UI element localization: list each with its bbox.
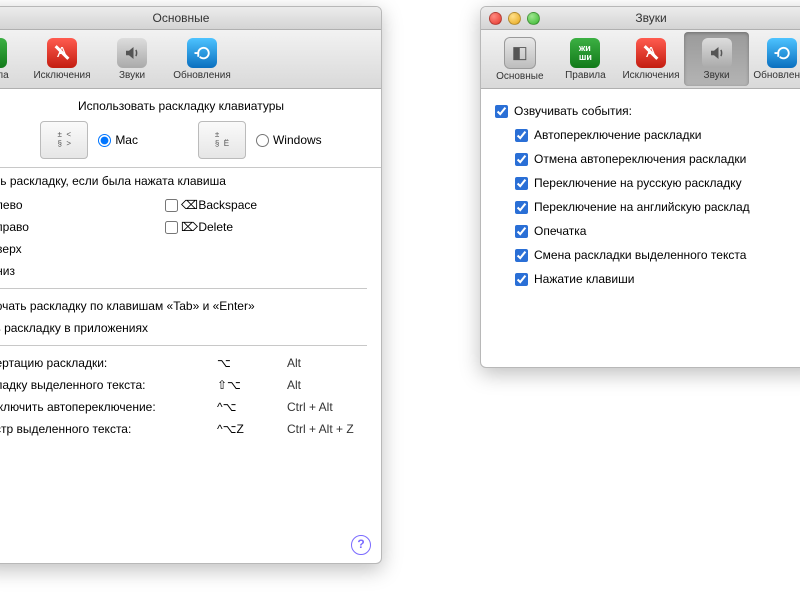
chk-sound-item-3[interactable]: Переключение на английскую расклад bbox=[515, 195, 800, 219]
exceptions-icon: A bbox=[47, 38, 77, 68]
chk-sound-item-5[interactable]: Смена раскладки выделенного текста bbox=[515, 243, 800, 267]
chk-voice-events[interactable]: Озвучивать события: bbox=[495, 99, 800, 123]
titlebar-sounds: Звуки bbox=[481, 7, 800, 30]
tb2-updates[interactable]: Обновления bbox=[749, 32, 800, 86]
tb-exceptions[interactable]: A Исключения bbox=[27, 32, 97, 86]
sounds-icon bbox=[702, 38, 732, 68]
toolbar-sounds: ◧ Основные жиши Правила A Исключения Зву… bbox=[481, 30, 800, 89]
chk-backspace[interactable] bbox=[165, 199, 178, 212]
tb2-sounds[interactable]: Звуки bbox=[684, 32, 750, 86]
sc-toggle: ить/выключить автопереключение: bbox=[0, 400, 217, 414]
tb-updates[interactable]: Обновления bbox=[167, 32, 237, 86]
chk-sound-item-4[interactable]: Опечатка bbox=[515, 219, 800, 243]
opt-tab-enter: ереключать раскладку по клавишам «Tab» и… bbox=[0, 299, 255, 313]
basic-icon: ◧ bbox=[504, 37, 536, 69]
opt-arrow-left: елка влево bbox=[0, 198, 161, 212]
opt-arrow-down: елка вниз bbox=[0, 264, 161, 278]
chk-delete[interactable] bbox=[165, 221, 178, 234]
window-controls bbox=[489, 12, 540, 25]
close-button[interactable] bbox=[489, 12, 502, 25]
window-title-sounds: Звуки bbox=[635, 11, 666, 25]
radio-mac[interactable]: Mac bbox=[98, 133, 138, 147]
tb-rules[interactable]: жиши равила bbox=[0, 32, 27, 86]
keyboard-mac-icon: ± <§ > bbox=[40, 121, 88, 159]
sc-case: ь регистр выделенного текста: bbox=[0, 422, 217, 436]
tb2-rules[interactable]: жиши Правила bbox=[553, 32, 619, 86]
radio-mac-input[interactable] bbox=[98, 134, 111, 147]
minimize-button[interactable] bbox=[508, 12, 521, 25]
toolbar-main: жиши равила A Исключения Звуки Обновлени… bbox=[0, 30, 381, 89]
lbl-backspace: Backspace bbox=[198, 198, 257, 212]
opt-arrow-up: елка вверх bbox=[0, 242, 161, 256]
help-button[interactable]: ? bbox=[351, 535, 371, 555]
opt-remember: минать раскладку в приложениях bbox=[0, 321, 148, 335]
chk-sound-item-6[interactable]: Нажатие клавиши bbox=[515, 267, 800, 291]
chk-sound-item-2[interactable]: Переключение на русскую раскладку bbox=[515, 171, 800, 195]
exceptions-icon: A bbox=[636, 38, 666, 68]
switch-heading: ключать раскладку, если была нажата клав… bbox=[0, 174, 367, 188]
zoom-button[interactable] bbox=[527, 12, 540, 25]
tb2-basic[interactable]: ◧ Основные bbox=[487, 32, 553, 86]
lbl-delete: Delete bbox=[198, 220, 233, 234]
backspace-icon: ⌫ bbox=[181, 198, 195, 213]
rules-icon: жиши bbox=[0, 38, 7, 68]
sc-convert: ь конвертацию раскладки: bbox=[0, 356, 217, 370]
titlebar-main: Основные bbox=[0, 7, 381, 30]
sounds-icon bbox=[117, 38, 147, 68]
tb-sounds[interactable]: Звуки bbox=[97, 32, 167, 86]
sc-selected: ь раскладку выделенного текста: bbox=[0, 378, 217, 392]
chk-sound-item-1[interactable]: Отмена автопереключения раскладки bbox=[515, 147, 800, 171]
chk-sound-item-0[interactable]: Автопереключение раскладки bbox=[515, 123, 800, 147]
updates-icon bbox=[187, 38, 217, 68]
updates-icon bbox=[767, 38, 797, 68]
tb2-exceptions[interactable]: A Исключения bbox=[618, 32, 684, 86]
rules-icon: жиши bbox=[570, 38, 600, 68]
keyboard-win-icon: ± § Ё bbox=[198, 121, 246, 159]
use-layout-heading: Использовать раскладку клавиатуры bbox=[0, 99, 367, 113]
opt-arrow-right: елка вправо bbox=[0, 220, 161, 234]
radio-windows[interactable]: Windows bbox=[256, 133, 322, 147]
window-title: Основные bbox=[153, 11, 210, 25]
radio-windows-input[interactable] bbox=[256, 134, 269, 147]
delete-icon: ⌦ bbox=[181, 220, 195, 235]
